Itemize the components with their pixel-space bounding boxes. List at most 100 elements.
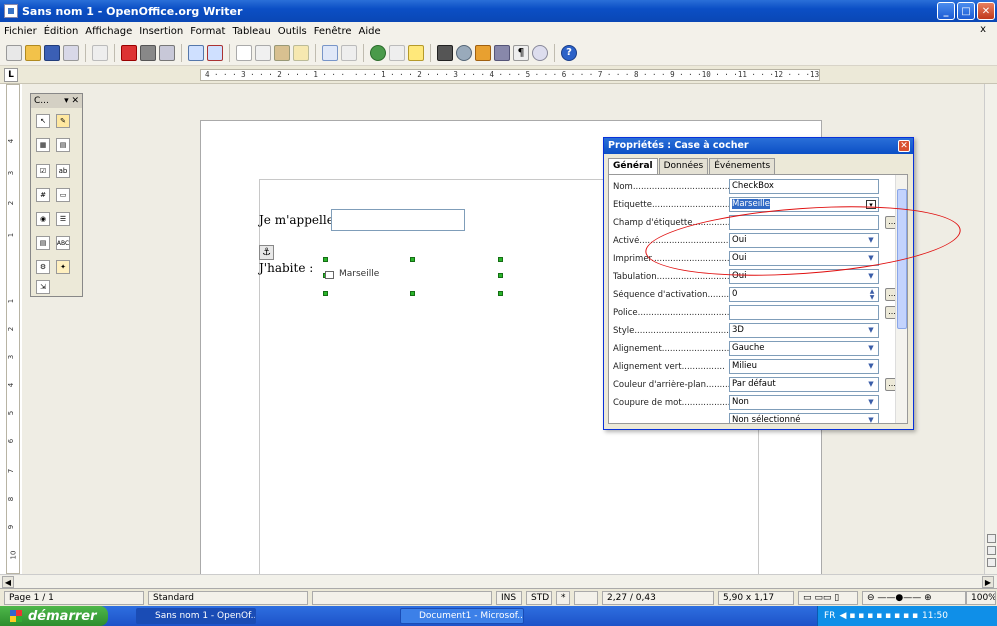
combo-box-tool-icon[interactable]: ▤ (36, 236, 50, 250)
design-mode-icon[interactable]: ✎ (56, 114, 70, 128)
checkbox-control[interactable] (325, 271, 334, 279)
autospellcheck-icon[interactable] (207, 44, 223, 61)
open-folder-icon[interactable] (25, 44, 41, 61)
vertical-scrollbar[interactable] (984, 84, 997, 574)
nonprinting-characters-icon[interactable]: ¶ (513, 44, 529, 61)
horizontal-scrollbar[interactable]: ◀ ▶ (0, 574, 997, 588)
dialog-title[interactable]: Propriétés : Case à cocher (604, 138, 913, 154)
form-toolbar-titlebar[interactable]: C... ▾ ✕ (31, 94, 82, 108)
edit-file-icon[interactable] (92, 44, 108, 61)
navigation-icon[interactable] (987, 546, 996, 555)
scrollbar-thumb[interactable] (897, 189, 907, 329)
menu-tableau[interactable]: Tableau (232, 26, 270, 37)
draw-functions-icon[interactable] (408, 44, 424, 61)
table-icon[interactable] (389, 44, 405, 61)
previous-page-icon[interactable] (987, 534, 996, 543)
form-toolbar-close-icon[interactable]: ▾ ✕ (64, 94, 79, 108)
undo-icon[interactable] (322, 44, 338, 61)
menu-insertion[interactable]: Insertion (139, 26, 183, 37)
form-design-icon[interactable]: ▦ (36, 138, 50, 152)
chevron-down-icon[interactable]: ▼ (866, 326, 876, 335)
paste-icon[interactable] (274, 44, 290, 61)
selection-handle[interactable] (323, 257, 328, 262)
tabstop-select[interactable]: Oui ▼ (729, 269, 879, 284)
spellcheck-icon[interactable] (188, 44, 204, 61)
selection-handle[interactable] (323, 291, 328, 296)
taskbar-word-button[interactable]: Document1 - Microsof... (400, 608, 524, 624)
chevron-down-icon[interactable]: ▼ (866, 398, 876, 407)
menu-fenetre[interactable]: Fenêtre (314, 26, 352, 37)
help-icon[interactable]: ? (561, 44, 577, 61)
tab-stop-selector[interactable]: L (4, 68, 18, 82)
selection-handle[interactable] (498, 257, 503, 262)
background-color-select[interactable]: Par défaut ▼ (729, 377, 879, 392)
scroll-right-icon[interactable]: ▶ (982, 576, 994, 588)
enabled-select[interactable]: Oui ▼ (729, 233, 879, 248)
print-preview-icon[interactable] (159, 44, 175, 61)
save-icon[interactable] (44, 44, 60, 61)
selection-handle[interactable] (498, 291, 503, 296)
insert-mode[interactable]: INS (496, 591, 522, 605)
gallery-icon[interactable] (475, 44, 491, 61)
checkbox-tool-icon[interactable]: ☑ (36, 164, 50, 178)
tab-donnees[interactable]: Données (658, 158, 709, 174)
chevron-down-icon[interactable]: ▼ (866, 362, 876, 371)
page-indicator[interactable]: Page 1 / 1 (4, 591, 144, 605)
copy-icon[interactable] (255, 44, 271, 61)
navigator-icon[interactable] (456, 44, 472, 61)
name-text-field[interactable] (331, 209, 465, 231)
print-icon[interactable] (140, 44, 156, 61)
taskbar-writer-button[interactable]: Sans nom 1 - OpenOf... (136, 608, 256, 624)
text-box-tool-icon[interactable]: ab (56, 164, 70, 178)
language-indicator[interactable]: FR (824, 611, 835, 621)
more-controls-icon[interactable]: ⚙ (36, 260, 50, 274)
start-button[interactable]: démarrer (0, 606, 108, 626)
new-document-icon[interactable] (6, 44, 22, 61)
clone-formatting-icon[interactable] (293, 44, 309, 61)
chevron-down-icon[interactable]: ▼ (866, 272, 876, 281)
style-select[interactable]: 3D ▼ (729, 323, 879, 338)
scroll-left-icon[interactable]: ◀ (2, 576, 14, 588)
horizontal-ruler[interactable]: 4 · · · 3 · · · 2 · · · 1 · · · · · · 1 … (200, 69, 820, 81)
find-replace-icon[interactable] (437, 44, 453, 61)
menu-affichage[interactable]: Affichage (85, 26, 132, 37)
font-input[interactable] (729, 305, 879, 320)
dialog-scrollbar[interactable] (895, 175, 907, 423)
vertical-ruler[interactable]: 4 3 2 1 1 2 3 4 5 6 7 8 9 10 (6, 84, 20, 574)
close-document-icon[interactable]: x (980, 24, 986, 35)
chevron-down-icon[interactable]: ▼ (866, 380, 876, 389)
push-button-tool-icon[interactable]: ▭ (56, 188, 70, 202)
menu-edition[interactable]: Édition (44, 26, 79, 37)
control-properties-icon[interactable]: ▤ (56, 138, 70, 152)
name-input[interactable]: CheckBox (729, 179, 879, 194)
list-box-tool-icon[interactable]: ☰ (56, 212, 70, 226)
formatted-field-icon[interactable]: # (36, 188, 50, 202)
form-navigator-icon[interactable]: ⇲ (36, 280, 50, 294)
close-window-button[interactable]: ✕ (977, 2, 995, 20)
tray-icons[interactable]: ◀ ▪ ▪ ▪ ▪ ▪ ▪ ▪ ▪ (839, 611, 918, 621)
zoom-slider[interactable]: ⊖ ——●—— ⊕ (862, 591, 966, 605)
selection-handle[interactable] (410, 291, 415, 296)
label-field-tool-icon[interactable]: ABC (56, 236, 70, 250)
align-select[interactable]: Gauche ▼ (729, 341, 879, 356)
chevron-down-icon[interactable]: ▼ (866, 254, 876, 263)
chevron-down-icon[interactable]: ▼ (866, 236, 876, 245)
view-layout-icons[interactable]: ▭ ▭▭ ▯ (798, 591, 858, 605)
tab-order-spinner[interactable]: 0 ▲ ▼ (729, 287, 879, 302)
redo-icon[interactable] (341, 44, 357, 61)
hyperlink-icon[interactable] (370, 44, 386, 61)
zoom-level[interactable]: 100% (966, 591, 996, 605)
chevron-down-icon[interactable]: ▼ (866, 416, 876, 423)
selection-mode[interactable]: STD (526, 591, 552, 605)
page-style[interactable]: Standard (148, 591, 308, 605)
selection-handle[interactable] (498, 273, 503, 278)
next-page-icon[interactable] (987, 558, 996, 567)
maximize-button[interactable]: □ (957, 2, 975, 20)
default-state-select[interactable]: Non sélectionné ▼ (729, 413, 879, 423)
cut-icon[interactable] (236, 44, 252, 61)
menu-aide[interactable]: Aide (359, 26, 381, 37)
option-button-tool-icon[interactable]: ◉ (36, 212, 50, 226)
selection-handle[interactable] (410, 257, 415, 262)
printable-select[interactable]: Oui ▼ (729, 251, 879, 266)
email-icon[interactable] (63, 44, 79, 61)
